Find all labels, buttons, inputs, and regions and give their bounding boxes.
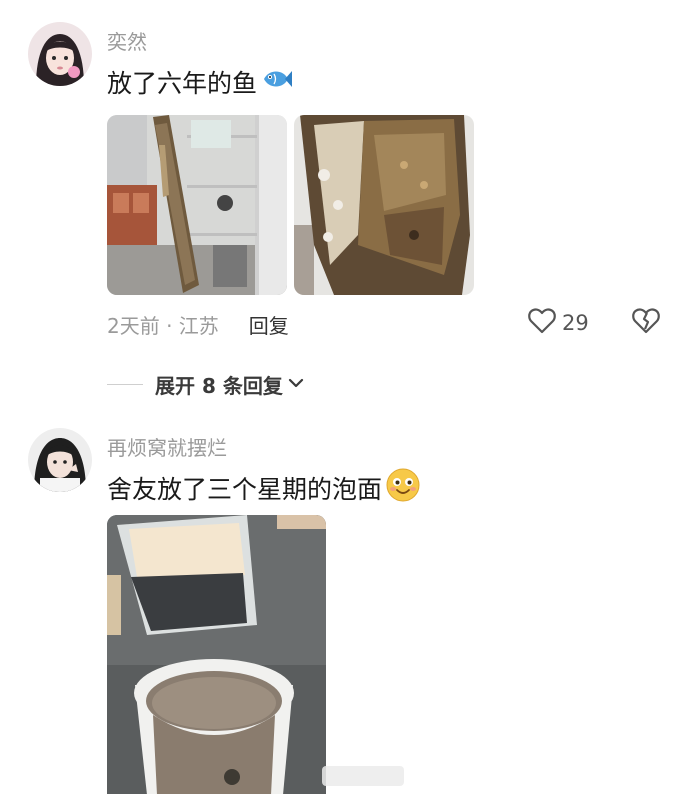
reply-button[interactable]: 回复: [249, 310, 289, 339]
comment-item: 再烦窝就摆烂 舍友放了三个星期的泡面: [0, 400, 690, 794]
chevron-down-icon: [287, 375, 305, 394]
avatar[interactable]: [28, 22, 92, 86]
comment-photo-fish-closeup[interactable]: [294, 115, 474, 295]
dislike-button[interactable]: [632, 308, 660, 338]
avatar[interactable]: [28, 428, 92, 492]
comment-text: 舍友放了三个星期的泡面: [107, 468, 420, 508]
comment-meta: 2天前 · 江苏 回复: [107, 310, 289, 339]
smile-icon: [386, 468, 420, 508]
expand-replies-button[interactable]: 展开 8 条回复: [107, 370, 305, 399]
comment-item: 奕然 放了六年的鱼 2天前 · 江苏 回复 29 展开 8 条回复: [0, 0, 690, 400]
comment-time-location: 2天前 · 江苏: [107, 314, 219, 338]
username[interactable]: 再烦窝就摆烂: [107, 432, 227, 461]
like-button[interactable]: 29: [528, 308, 589, 338]
expand-divider: [107, 384, 143, 385]
like-count: 29: [562, 311, 589, 335]
fish-icon: [261, 66, 293, 98]
username[interactable]: 奕然: [107, 26, 147, 55]
comment-text: 放了六年的鱼: [107, 64, 293, 100]
heart-icon: [528, 308, 556, 338]
comment-photo-fish-full[interactable]: [107, 115, 287, 295]
comment-text-label: 放了六年的鱼: [107, 69, 258, 98]
expand-replies-label: 展开 8 条回复: [155, 374, 283, 398]
watermark-overlay: [322, 766, 404, 786]
comment-text-label: 舍友放了三个星期的泡面: [107, 475, 383, 504]
broken-heart-icon: [632, 308, 660, 338]
comment-photo-instant-noodles[interactable]: [107, 515, 326, 794]
